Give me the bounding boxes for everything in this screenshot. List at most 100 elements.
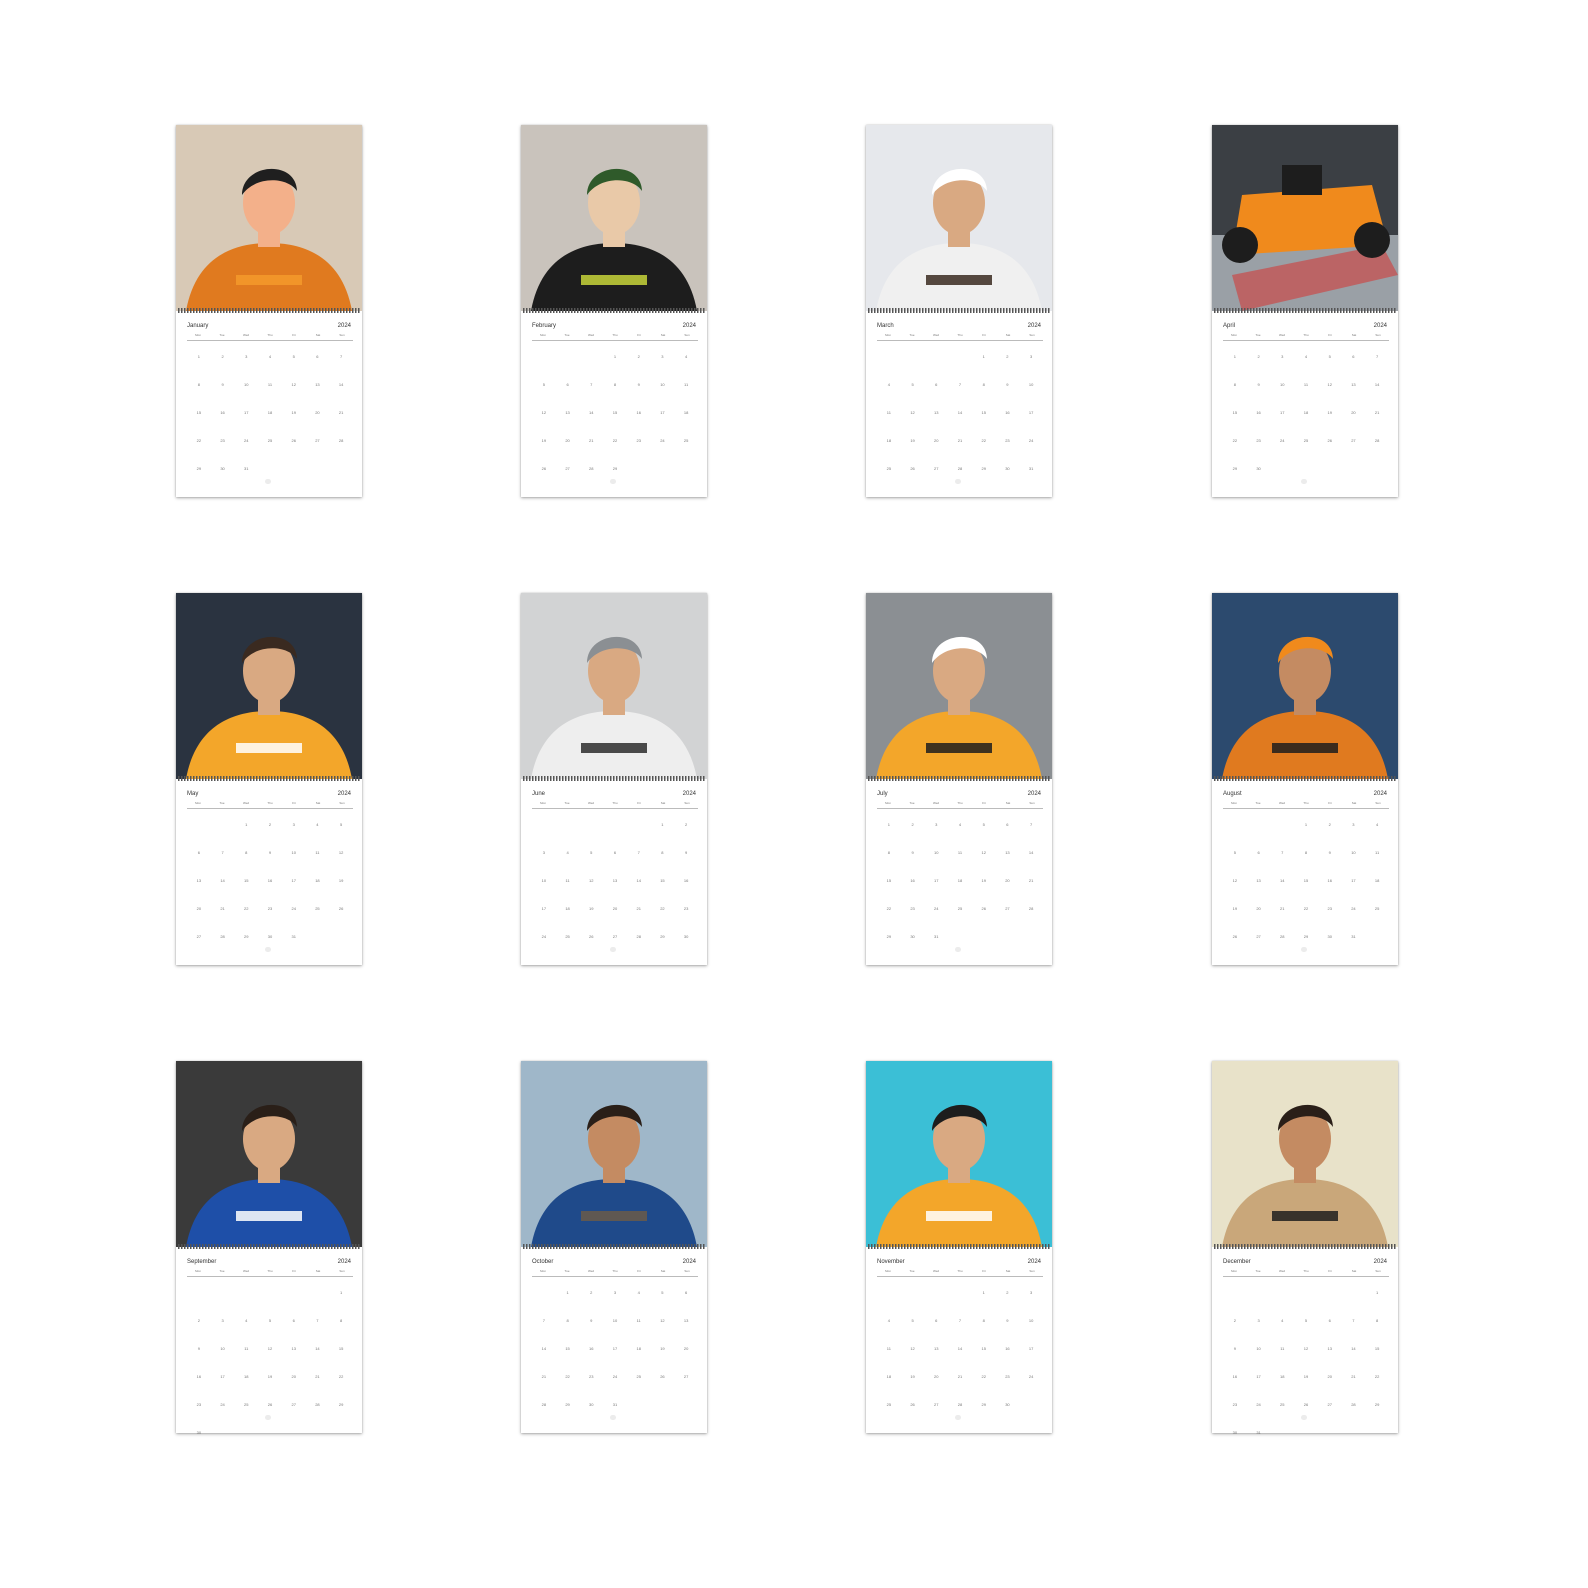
weekday-header: Mon Tue Wed Thu Fri Sat Sun — [188, 801, 352, 807]
day-cell: 3 — [245, 354, 248, 359]
photo-illustration — [1212, 125, 1398, 311]
day-cell: 17 — [541, 906, 547, 911]
day-cell: 29 — [196, 466, 202, 471]
day-cell: 7 — [1376, 354, 1379, 359]
header-divider — [1223, 808, 1389, 809]
weekday-label: Mon — [540, 333, 546, 337]
page-footer-mark — [1301, 947, 1307, 952]
day-cell: 1 — [982, 354, 985, 359]
weekday-label: Sun — [684, 801, 690, 805]
day-cell: 31 — [1351, 934, 1356, 939]
day-cell: 9 — [197, 1346, 200, 1351]
day-cell: 29 — [338, 1402, 344, 1407]
day-grid: 1 2 3 4 5 6 7 8 9 10 11 12 13 14 15 16 17 18 19 20 21 22 23 24 2… — [877, 811, 1043, 951]
month-name: November — [877, 1259, 905, 1265]
page-footer-mark — [265, 1415, 271, 1420]
day-cell: 9 — [685, 850, 688, 855]
day-cell: 2 — [685, 822, 688, 827]
day-cell: 27 — [291, 1402, 296, 1407]
month-photo — [1212, 125, 1398, 311]
day-cell: 25 — [957, 906, 963, 911]
day-cell: 27 — [1256, 934, 1261, 939]
day-cell: 28 — [1374, 438, 1380, 443]
calendar-pages-grid: January 2024 Mon Tue Wed Thu Fri Sat Sun 1 2 3 4 5 6 7 8… — [0, 0, 1588, 1588]
month-grid-sheet: July 2024 Mon Tue Wed Thu Fri Sat Sun 1 2 3 4 5 6 7 8 9 10… — [866, 781, 1052, 965]
day-grid: 1 2 3 4 5 6 7 8 9 10 11 12 13 14 15 16 17 18 19 20 21 22 23 24 2… — [187, 343, 353, 483]
weekday-label: Mon — [195, 1269, 201, 1273]
day-cell: 30 — [1327, 934, 1332, 939]
header-divider — [877, 808, 1043, 809]
day-grid: 1 2 3 4 5 6 7 8 9 10 11 12 13 14 15 16 17 18 19 20 21 22 23 24 2… — [532, 811, 698, 951]
day-cell: 11 — [1303, 382, 1309, 387]
day-cell: 13 — [291, 1346, 296, 1351]
day-cell: 20 — [1327, 1374, 1332, 1379]
header-divider — [877, 340, 1043, 341]
photo-illustration — [176, 1061, 362, 1247]
day-cell: 6 — [613, 850, 617, 855]
weekday-label: Wed — [932, 1269, 940, 1273]
day-cell: 3 — [292, 822, 295, 827]
day-cell: 28 — [220, 934, 225, 939]
weekday-label: Wed — [932, 801, 940, 805]
day-cell: 21 — [315, 1374, 320, 1379]
day-cell: 4 — [245, 1318, 248, 1323]
year-label: 2024 — [1027, 1259, 1041, 1265]
day-cell: 11 — [957, 850, 963, 855]
weekday-label: Sun — [1375, 333, 1381, 337]
weekday-label: Sun — [1375, 1269, 1381, 1273]
day-cell: 12 — [910, 410, 915, 415]
day-cell — [948, 343, 972, 371]
day-cell: 29 — [886, 934, 892, 939]
photo-illustration — [176, 593, 362, 779]
day-cell: 23 — [1256, 438, 1261, 443]
day-cell: 20 — [1005, 878, 1010, 883]
day-cell: 9 — [911, 850, 914, 855]
day-cell: 12 — [541, 410, 547, 415]
day-cell: 5 — [542, 382, 545, 387]
weekday-header: Mon Tue Wed Thu Fri Sat Sun — [533, 801, 697, 807]
day-cell: 6 — [685, 1290, 688, 1295]
day-cell: 16 — [1256, 410, 1261, 415]
day-cell: 19 — [1327, 410, 1332, 415]
month-grid-sheet: February 2024 Mon Tue Wed Thu Fri Sat Sun 1 2 3 4 5 6 7… — [521, 313, 707, 497]
day-cell: 27 — [934, 1402, 939, 1407]
day-cell — [1342, 1279, 1366, 1307]
weekday-label: Wed — [587, 801, 595, 805]
year-label: 2024 — [1027, 791, 1041, 797]
calendar-page-february: February 2024 Mon Tue Wed Thu Fri Sat Sun 1 2 3 4 5 6 7… — [521, 125, 707, 497]
day-cell: 11 — [886, 410, 891, 415]
day-cell: 26 — [1232, 934, 1238, 939]
day-cell: 29 — [244, 934, 249, 939]
calendar-page-december: December 2024 Mon Tue Wed Thu Fri Sat Sun 1 2 3 4 5 6 7… — [1212, 1061, 1398, 1435]
weekday-header: Mon Tue Wed Thu Fri Sat Sun — [878, 333, 1042, 339]
weekday-label: Thu — [957, 801, 963, 805]
day-cell: 29 — [1232, 466, 1238, 471]
day-cell: 30 — [196, 1430, 202, 1435]
day-cell: 15 — [565, 1346, 570, 1351]
day-cell: 1 — [340, 1290, 343, 1295]
day-cell: 4 — [685, 354, 688, 359]
day-cell: 17 — [220, 1374, 225, 1379]
weekday-label: Sat — [1351, 1269, 1357, 1273]
day-cell: 24 — [612, 1374, 618, 1379]
day-cell: 21 — [338, 410, 344, 415]
weekday-label: Sat — [660, 333, 666, 337]
day-cell: 13 — [612, 878, 618, 883]
day-cell: 5 — [982, 822, 985, 827]
calendar-page-july: July 2024 Mon Tue Wed Thu Fri Sat Sun 1 2 3 4 5 6 7 8 9 10… — [866, 593, 1052, 965]
weekday-label: Sat — [1005, 801, 1011, 805]
day-cell: 12 — [910, 1346, 915, 1351]
weekday-header: Mon Tue Wed Thu Fri Sat Sun — [1224, 801, 1388, 807]
year-label: 2024 — [682, 1259, 696, 1265]
day-cell: 10 — [1256, 1346, 1261, 1351]
day-cell: 7 — [637, 850, 640, 855]
weekday-header: Mon Tue Wed Thu Fri Sat Sun — [1224, 333, 1388, 339]
day-cell: 12 — [291, 382, 296, 387]
day-cell: 19 — [1232, 906, 1238, 911]
day-cell: 14 — [315, 1346, 320, 1351]
day-cell: 22 — [981, 1374, 986, 1379]
day-cell: 10 — [1028, 382, 1034, 387]
weekday-label: Mon — [540, 1269, 546, 1273]
weekday-label: Sat — [315, 1269, 321, 1273]
day-cell: 10 — [612, 1318, 618, 1323]
